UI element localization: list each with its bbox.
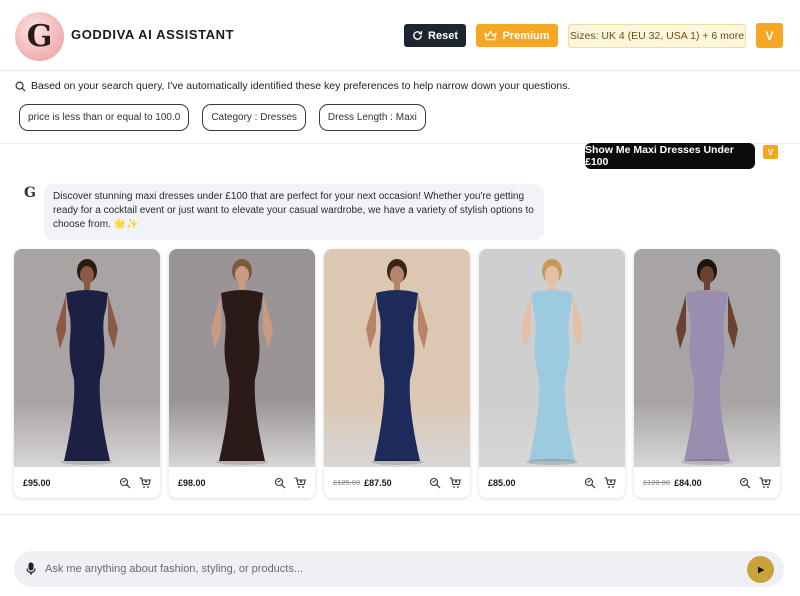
product-card[interactable]: £98.00 [169, 249, 315, 498]
product-image[interactable] [169, 249, 315, 467]
product-price: £85.00 [488, 477, 516, 488]
premium-label: Premium [502, 29, 550, 42]
user-message-avatar: V [763, 145, 778, 159]
find-similar-icon[interactable] [739, 477, 751, 489]
product-footer: £98.00 [169, 467, 315, 498]
find-similar-icon[interactable] [119, 477, 131, 489]
product-image[interactable] [14, 249, 160, 467]
user-avatar[interactable]: V [756, 23, 783, 48]
chip-category[interactable]: Category : Dresses [202, 104, 306, 131]
brand-title: GODDIVA AI ASSISTANT [71, 27, 235, 42]
logo-letter: G [26, 19, 53, 54]
refresh-icon [413, 31, 423, 40]
product-image[interactable] [479, 249, 625, 467]
crown-icon [484, 30, 498, 41]
add-to-cart-icon[interactable] [294, 476, 306, 489]
premium-button[interactable]: Premium [476, 24, 558, 47]
send-button[interactable] [747, 556, 774, 583]
product-card[interactable]: £120.00 £84.00 [634, 249, 780, 498]
assistant-message: Discover stunning maxi dresses under £10… [44, 184, 544, 240]
product-card[interactable]: £95.00 [14, 249, 160, 498]
product-image[interactable] [324, 249, 470, 467]
product-actions [584, 476, 616, 489]
add-to-cart-icon[interactable] [759, 476, 771, 489]
product-image[interactable] [634, 249, 780, 467]
chat-input[interactable] [45, 559, 725, 579]
product-price: £84.00 [674, 477, 702, 488]
preferences-intro: Based on your search query, I've automat… [15, 80, 570, 92]
divider [0, 514, 800, 515]
product-footer: £125.00 £87.50 [324, 467, 470, 498]
app-header: G GODDIVA AI ASSISTANT Reset Premium Siz… [0, 0, 800, 71]
sizes-filter[interactable]: Sizes: UK 4 (EU 32, USA 1) + 6 more [568, 24, 746, 48]
dress-model-illustration [211, 259, 273, 465]
find-similar-icon[interactable] [429, 477, 441, 489]
product-footer: £95.00 [14, 467, 160, 498]
find-similar-icon[interactable] [274, 477, 286, 489]
product-footer: £120.00 £84.00 [634, 467, 780, 498]
add-to-cart-icon[interactable] [449, 476, 461, 489]
dress-model-illustration [521, 259, 583, 465]
dress-model-illustration [676, 259, 738, 465]
product-card[interactable]: £125.00 £87.50 [324, 249, 470, 498]
original-price: £120.00 [643, 478, 671, 487]
user-message: Show Me Maxi Dresses Under £100 [585, 143, 755, 169]
preferences-intro-text: Based on your search query, I've automat… [31, 80, 571, 92]
dress-model-illustration [366, 259, 428, 465]
send-icon [757, 566, 764, 573]
preference-chips: price is less than or equal to 100.0 Cat… [19, 104, 426, 131]
assistant-avatar: G [24, 185, 36, 201]
product-actions [274, 476, 306, 489]
add-to-cart-icon[interactable] [604, 476, 616, 489]
product-card[interactable]: £85.00 [479, 249, 625, 498]
chip-price[interactable]: price is less than or equal to 100.0 [19, 104, 190, 131]
find-similar-icon[interactable] [584, 477, 596, 489]
chip-dress-length[interactable]: Dress Length : Maxi [318, 104, 426, 131]
brand-logo[interactable]: G [15, 12, 64, 61]
microphone-icon[interactable] [26, 562, 36, 576]
product-price: £98.00 [178, 477, 206, 488]
product-actions [739, 476, 771, 489]
product-actions [429, 476, 461, 489]
product-price: £95.00 [23, 477, 51, 488]
product-footer: £85.00 [479, 467, 625, 498]
product-price: £87.50 [364, 477, 392, 488]
reset-button[interactable]: Reset [404, 24, 466, 47]
dress-model-illustration [56, 259, 118, 465]
original-price: £125.00 [333, 478, 361, 487]
product-carousel: £95.00 £98.00 £125.00 £87.50 £85.00 £120… [14, 249, 780, 498]
product-actions [119, 476, 151, 489]
search-icon [15, 81, 26, 92]
chat-composer [14, 551, 784, 587]
add-to-cart-icon[interactable] [139, 476, 151, 489]
reset-label: Reset [428, 29, 458, 42]
